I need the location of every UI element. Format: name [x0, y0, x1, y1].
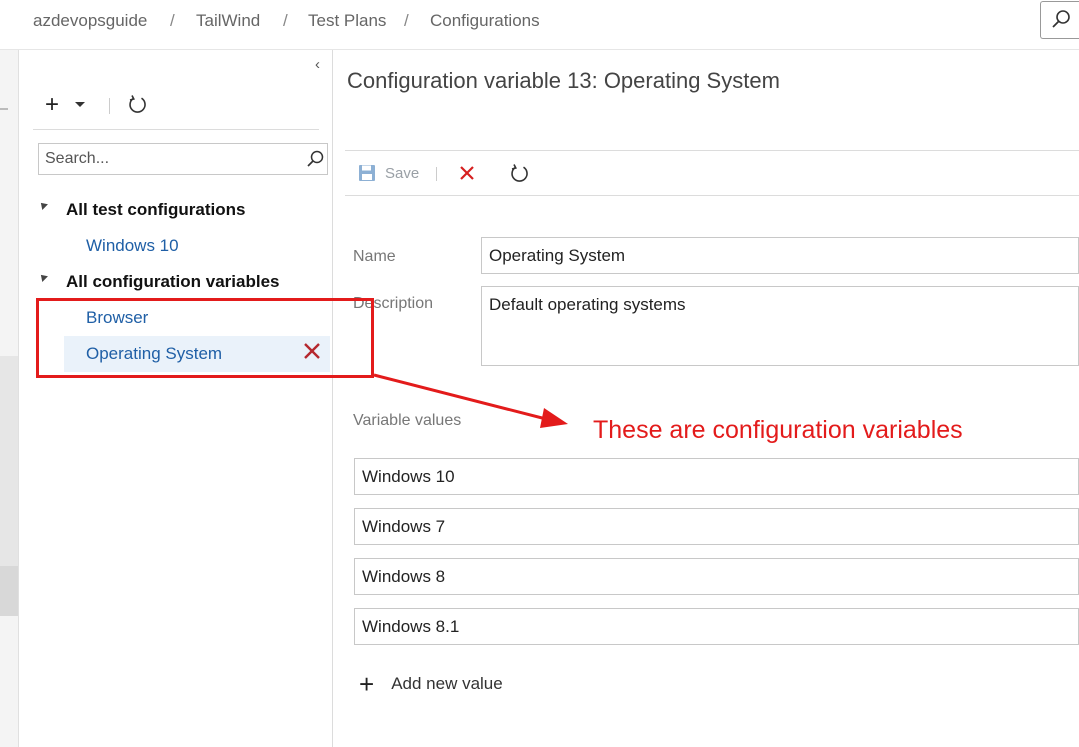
name-label: Name [353, 248, 396, 265]
detail-toolbar: Save [345, 150, 1079, 196]
variable-value-field[interactable]: Windows 8.1 [354, 608, 1079, 645]
collapse-panel-icon[interactable]: ‹ [315, 56, 320, 73]
save-icon [359, 165, 375, 181]
refresh-icon[interactable] [509, 163, 531, 185]
caret-down-icon[interactable] [75, 102, 85, 107]
save-label: Save [385, 164, 420, 182]
save-button[interactable]: Save [357, 163, 419, 183]
breadcrumb-test-plans[interactable]: Test Plans [308, 11, 386, 31]
variable-value-field[interactable]: Windows 10 [354, 458, 1079, 495]
search-icon [1052, 10, 1070, 28]
plus-icon: + [359, 669, 375, 699]
annotation-text: These are configuration variables [593, 416, 963, 444]
variable-value-field[interactable]: Windows 7 [354, 508, 1079, 545]
annotation-arrow [373, 373, 568, 428]
gutter-scroll-region [0, 356, 18, 566]
left-gutter [0, 50, 19, 747]
breadcrumb-separator: / [170, 11, 175, 30]
page-title: Configuration variable 13: Operating Sys… [347, 68, 780, 93]
tree-toolbar: + [33, 90, 319, 130]
search-icon[interactable] [305, 149, 325, 169]
add-new-value-label: Add new value [391, 674, 503, 693]
variable-value-field[interactable]: Windows 8 [354, 558, 1079, 595]
description-field[interactable]: Default operating systems [481, 286, 1079, 366]
refresh-icon[interactable] [127, 94, 149, 116]
discard-x-icon[interactable] [459, 165, 475, 181]
gutter-marker [0, 108, 8, 110]
breadcrumb-separator: / [404, 11, 409, 30]
breadcrumb-separator: / [283, 11, 288, 30]
add-new-value-button[interactable]: + Add new value [359, 669, 503, 699]
breadcrumb-project[interactable]: TailWind [196, 11, 260, 31]
toolbar-divider [436, 167, 437, 181]
top-search-button[interactable] [1040, 1, 1079, 39]
annotation-highlight-box [36, 298, 374, 378]
toolbar-divider [109, 98, 110, 114]
gutter-scroll-thumb[interactable] [0, 566, 18, 616]
tree-search-box [38, 143, 328, 175]
tree-group-configuration-variables[interactable]: All configuration variables [66, 272, 280, 292]
breadcrumb-org[interactable]: azdevopsguide [33, 11, 147, 31]
breadcrumb-configurations[interactable]: Configurations [430, 11, 540, 31]
name-field[interactable]: Operating System [481, 237, 1079, 274]
plus-icon[interactable]: + [45, 92, 59, 118]
tree-group-test-configurations[interactable]: All test configurations [66, 200, 245, 220]
tree-item-windows-10[interactable]: Windows 10 [86, 236, 179, 256]
top-bar: azdevopsguide / TailWind / Test Plans / … [0, 0, 1079, 50]
search-input[interactable] [45, 148, 295, 170]
